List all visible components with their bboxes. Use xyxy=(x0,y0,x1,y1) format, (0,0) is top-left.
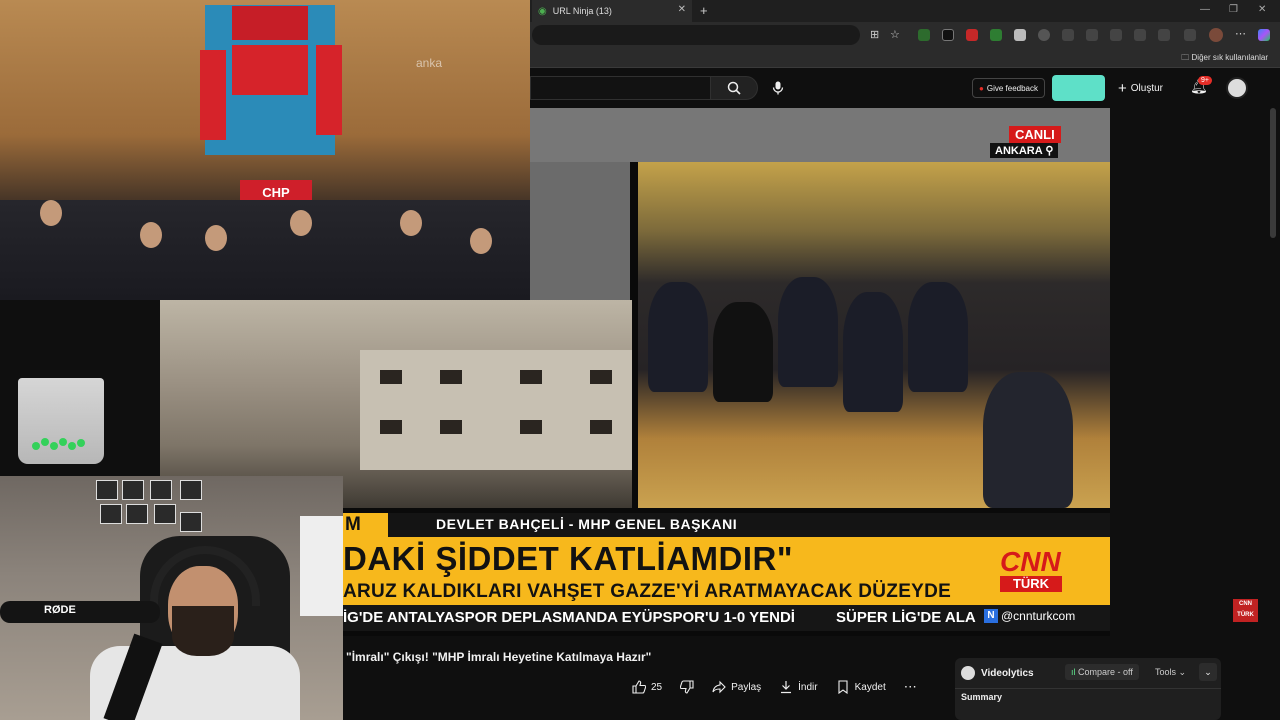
subheadline-text: ARUZ KALDIKLARI VAHŞET GAZZE'Yİ ARATMAYA… xyxy=(343,581,952,602)
more-menu-icon[interactable]: ⋯ xyxy=(1235,27,1246,40)
tab-favicon-icon: ◉ xyxy=(538,5,547,17)
favorite-star-icon[interactable]: ☆ xyxy=(890,28,900,41)
thumbs-up-icon xyxy=(632,680,646,694)
tip-coins xyxy=(32,436,90,454)
folder-icon: 🗀 xyxy=(1181,53,1190,62)
microphone-icon xyxy=(772,81,784,95)
cnn-turk-logo: CNN TÜRK xyxy=(1000,546,1062,592)
headline-text: DAKİ ŞİDDET KATLİAMDIR" xyxy=(343,540,794,577)
thumbs-down-icon xyxy=(680,680,694,694)
search-input[interactable] xyxy=(530,76,710,100)
ruined-building xyxy=(360,350,632,470)
streamer-webcam: RØDE xyxy=(0,476,343,720)
turkish-flag xyxy=(200,50,226,140)
create-button[interactable]: + Oluştur xyxy=(1118,80,1163,97)
cnn-turk-watermark-icon: CNN TÜRK xyxy=(1233,599,1258,622)
videolytics-panel: Videolytics ıl Compare - off Tools ⌄ ⌄ S… xyxy=(955,658,1221,720)
bookmarks-icon[interactable] xyxy=(1184,29,1196,41)
monitor xyxy=(300,516,343,616)
extension-h-icon[interactable] xyxy=(918,29,930,41)
share-button[interactable]: Paylaş xyxy=(706,676,767,698)
split-screen-icon[interactable] xyxy=(1062,29,1074,41)
video-title: "İmralı" Çıkışı! "MHP İmralı Heyetine Ka… xyxy=(346,650,652,664)
extension-b-icon[interactable] xyxy=(942,29,954,41)
youtube-header: ● Give feedback + Oluştur 🔔︎ 9+ xyxy=(530,68,1280,108)
tab-close-icon[interactable]: ✕ xyxy=(678,4,686,15)
url-field[interactable] xyxy=(532,25,860,45)
search-icon xyxy=(727,81,741,95)
extension-puzzle-icon[interactable] xyxy=(1038,29,1050,41)
bookmark-icon xyxy=(838,680,848,694)
minimize-icon[interactable]: — xyxy=(1200,4,1210,15)
feedback-icon: ● xyxy=(979,83,984,93)
speaker-name: DEVLET BAHÇELİ - MHP GENEL BAŞKANI xyxy=(436,516,738,532)
anka-watermark: anka xyxy=(416,56,443,70)
favorites-icon[interactable] xyxy=(1086,29,1098,41)
summary-heading: Summary xyxy=(961,692,1003,702)
videolytics-logo-icon xyxy=(961,666,975,680)
extension-red-icon[interactable] xyxy=(966,29,978,41)
extension-green-icon[interactable] xyxy=(990,29,1002,41)
chevron-down-icon: ⌄ xyxy=(1178,667,1187,677)
like-count: 25 xyxy=(651,681,663,693)
page-scrollbar[interactable] xyxy=(1270,108,1276,238)
account-avatar[interactable] xyxy=(1226,77,1248,99)
chp-six-arrows-logo xyxy=(232,45,308,95)
location-badge: ANKARA ⚲ xyxy=(990,143,1059,158)
tip-jar-glass xyxy=(18,378,104,464)
close-window-icon[interactable]: ✕ xyxy=(1258,4,1266,15)
lower-third-tag: M xyxy=(343,513,388,537)
channel-handle-icon: N xyxy=(984,609,998,623)
voice-search-button[interactable] xyxy=(766,76,790,100)
dislike-button[interactable] xyxy=(674,676,700,698)
tools-dropdown[interactable]: Tools ⌄ xyxy=(1151,664,1190,681)
copilot-icon[interactable] xyxy=(1258,29,1270,41)
collapse-button[interactable]: ⌄ xyxy=(1199,663,1217,681)
mic-brand: RØDE xyxy=(44,604,76,616)
plus-icon: + xyxy=(1118,80,1127,97)
maximize-icon[interactable]: ❐ xyxy=(1229,4,1238,15)
browser-tab[interactable]: ◉ URL Ninja (13) ✕ xyxy=(532,0,692,22)
live-badge: CANLI xyxy=(1009,126,1061,143)
crowd xyxy=(0,200,530,300)
extension-toggle-pill[interactable] xyxy=(1052,75,1105,101)
reader-icon[interactable]: ⊞ xyxy=(870,28,879,41)
downloads-icon[interactable] xyxy=(1134,29,1146,41)
ataturk-portrait xyxy=(232,6,308,40)
channel-handle: N @cnnturkcom xyxy=(984,609,1075,623)
ticker-item: SÜPER LİG'DE ALAN xyxy=(836,609,976,626)
search-button[interactable] xyxy=(710,76,758,100)
parliament-hall-footage xyxy=(638,162,1110,508)
notifications-badge: 9+ xyxy=(1198,76,1212,85)
chp-footage-overlay: CHP anka xyxy=(0,0,530,300)
download-button[interactable]: İndir xyxy=(773,676,823,698)
ticker-item: İG'DE ANTALYASPOR DEPLASMANDA EYÜPSPOR'U… xyxy=(343,609,795,626)
save-button[interactable]: Kaydet xyxy=(830,676,892,698)
share-icon xyxy=(712,680,726,694)
collections-icon[interactable] xyxy=(1110,29,1122,41)
more-actions-button[interactable]: ⋯ xyxy=(898,676,923,698)
tab-title: URL Ninja (13) xyxy=(552,6,612,16)
profile-avatar[interactable] xyxy=(1209,28,1223,42)
microphone xyxy=(0,601,160,623)
chp-flag xyxy=(316,45,342,135)
download-icon xyxy=(781,681,792,694)
new-tab-icon[interactable]: + xyxy=(700,3,708,18)
like-button[interactable]: 25 xyxy=(626,676,668,698)
location-pin-icon: ⚲ xyxy=(1045,145,1054,157)
more-icon: ⋯ xyxy=(903,679,917,694)
bar-chart-icon: ıl xyxy=(1071,667,1076,677)
give-feedback-button[interactable]: ● Give feedback xyxy=(972,78,1045,98)
browser-essentials-icon[interactable] xyxy=(1158,29,1170,41)
other-bookmarks-folder[interactable]: 🗀 Diğer sık kullanılanlar xyxy=(1181,52,1268,66)
video-actions: 25 Paylaş İndir Kaydet ⋯ xyxy=(626,676,923,698)
extension-window-icon[interactable] xyxy=(1014,29,1026,41)
videolytics-title: Videolytics xyxy=(981,667,1034,679)
compare-toggle[interactable]: ıl Compare - off xyxy=(1065,664,1139,680)
